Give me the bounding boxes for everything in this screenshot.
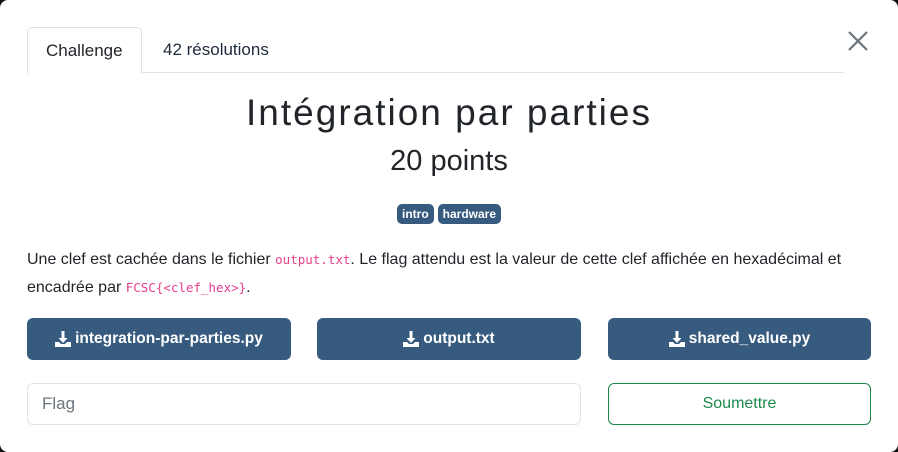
close-icon[interactable] <box>845 28 871 54</box>
download-integration-par-parties-button[interactable]: integration-par-parties.py <box>27 318 291 360</box>
tag-hardware: hardware <box>437 204 502 224</box>
file-name: output.txt <box>423 330 495 347</box>
download-icon <box>668 331 685 347</box>
challenge-description: Une clef est cachée dans le fichier outp… <box>27 246 872 302</box>
submit-button[interactable]: Soumettre <box>608 383 871 425</box>
description-text: Une clef est cachée dans le fichier <box>27 251 276 268</box>
flag-input[interactable] <box>27 383 581 425</box>
challenge-modal: Challenge 42 résolutions Intégration par… <box>0 0 898 452</box>
download-shared-value-button[interactable]: shared_value.py <box>608 318 871 360</box>
code-filename: output.txt <box>275 252 351 267</box>
tag-list: intro hardware <box>0 204 898 224</box>
description-text: . <box>246 279 251 296</box>
tab-challenge[interactable]: Challenge <box>27 27 142 74</box>
tag-intro: intro <box>396 204 434 224</box>
code-flag-format: FCSC{<clef_hex>} <box>125 280 247 295</box>
file-name: shared_value.py <box>688 330 811 347</box>
download-icon <box>55 331 72 347</box>
file-name: integration-par-parties.py <box>75 330 263 347</box>
download-output-button[interactable]: output.txt <box>317 318 581 360</box>
download-icon <box>403 331 420 347</box>
challenge-points: 20 points <box>390 145 508 177</box>
challenge-title: Intégration par parties <box>246 92 652 133</box>
tab-bar: Challenge 42 résolutions <box>27 27 844 74</box>
tab-solves[interactable]: 42 résolutions <box>145 27 287 73</box>
